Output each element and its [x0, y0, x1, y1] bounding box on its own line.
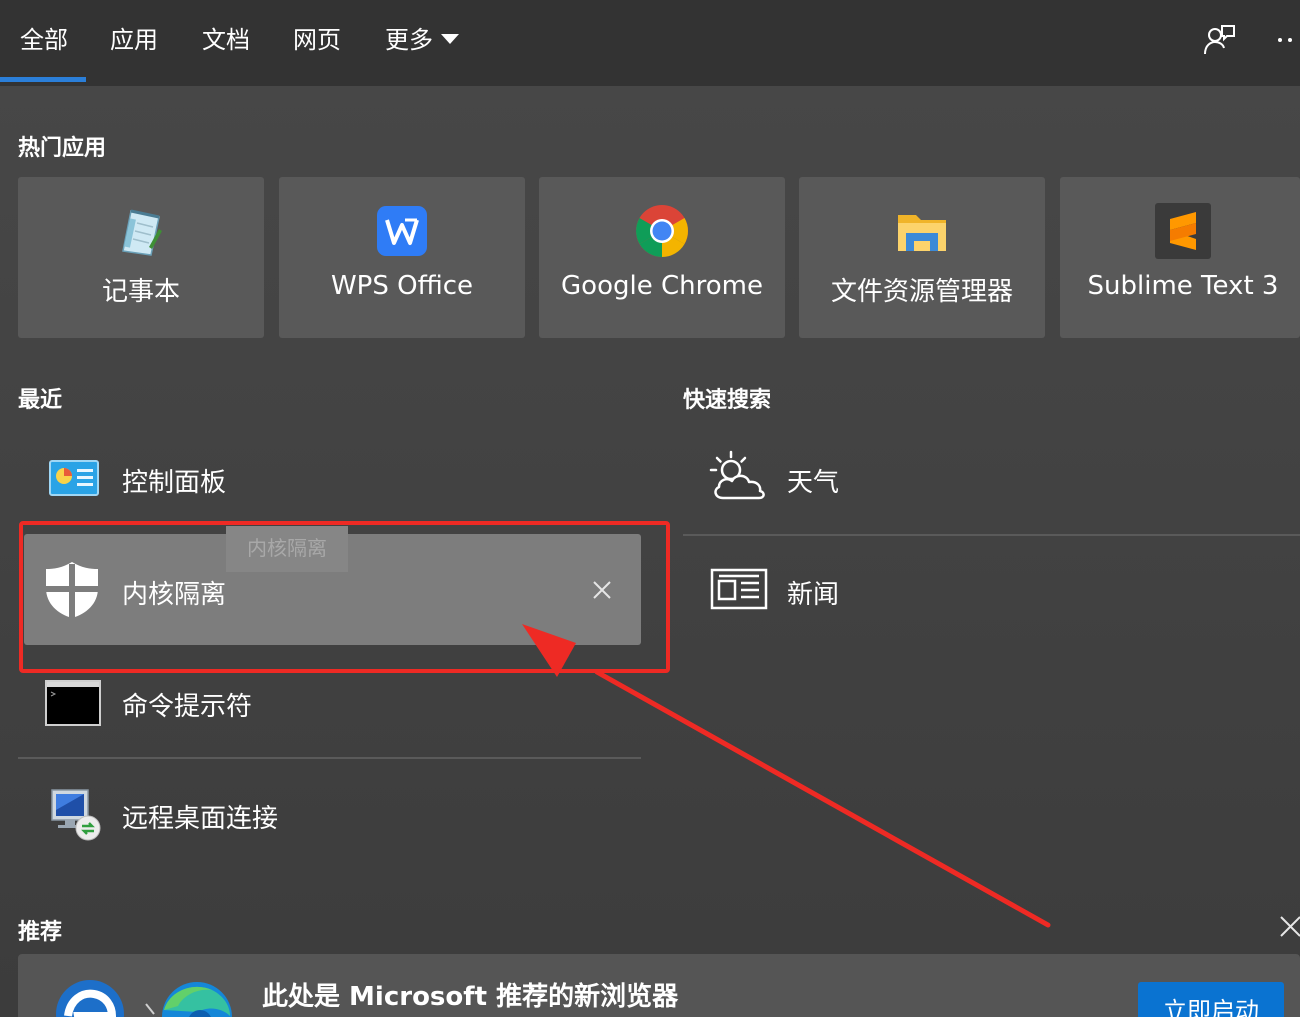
annotation-highlight-box — [19, 521, 670, 673]
tab-all[interactable]: 全部 — [20, 22, 68, 58]
recent-item-label: 控制面板 — [122, 468, 227, 498]
remote-desktop-icon — [48, 788, 102, 846]
more-ellipsis-icon[interactable] — [1276, 32, 1300, 46]
weather-icon — [709, 450, 769, 506]
control-panel-icon — [49, 460, 99, 502]
app-tile-label: 记事本 — [101, 277, 180, 307]
edge-chromium-icon — [160, 980, 234, 1017]
command-prompt-icon — [45, 680, 101, 730]
section-title-quick-search: 快速搜索 — [683, 388, 772, 413]
quick-search-label: 新闻 — [787, 580, 840, 610]
chevron-down-icon[interactable] — [441, 34, 459, 44]
launch-button[interactable]: 立即启动 — [1138, 982, 1284, 1017]
divider — [683, 534, 1300, 536]
tab-apps[interactable]: 应用 — [110, 22, 158, 58]
feedback-person-icon[interactable] — [1202, 24, 1236, 58]
app-tile-google-chrome[interactable]: Google Chrome — [539, 177, 785, 338]
recommendation-title: 此处是 Microsoft 推荐的新浏览器 — [262, 982, 679, 1012]
app-tile-wps-office[interactable]: WPS Office — [279, 177, 525, 338]
divider — [18, 757, 641, 759]
quick-search-weather[interactable]: 天气 — [683, 440, 1300, 520]
wps-office-icon — [374, 203, 430, 259]
app-tile-sublime-text[interactable]: Sublime Text 3 — [1060, 177, 1300, 338]
recent-item-label: 命令提示符 — [122, 692, 253, 722]
tab-more[interactable]: 更多 — [385, 22, 433, 58]
recent-item-control-panel[interactable]: 控制面板 — [24, 440, 641, 520]
section-title-recent: 最近 — [18, 388, 63, 413]
close-icon[interactable] — [1278, 914, 1300, 938]
section-title-popular-apps: 热门应用 — [18, 136, 107, 161]
notepad-icon — [113, 203, 169, 259]
edge-legacy-icon — [54, 978, 126, 1017]
chevron-right-icon — [142, 1000, 162, 1017]
app-tile-label: Google Chrome — [561, 271, 763, 301]
recent-item-command-prompt[interactable]: 命令提示符 — [24, 664, 641, 744]
tab-web[interactable]: 网页 — [293, 22, 341, 58]
app-tile-file-explorer[interactable]: 文件资源管理器 — [799, 177, 1045, 338]
quick-search-news[interactable]: 新闻 — [683, 552, 1300, 632]
sublime-text-icon — [1155, 203, 1211, 259]
quick-search-label: 天气 — [787, 468, 840, 498]
news-icon — [710, 568, 768, 614]
recent-item-label: 远程桌面连接 — [122, 804, 279, 834]
app-tile-label: WPS Office — [330, 271, 474, 301]
file-explorer-icon — [894, 203, 950, 259]
app-tile-label: Sublime Text 3 — [1087, 271, 1279, 301]
active-tab-indicator — [0, 77, 86, 82]
chrome-icon — [634, 203, 690, 259]
search-filter-bar: 全部 应用 文档 网页 更多 — [0, 0, 1300, 86]
tab-documents[interactable]: 文档 — [202, 22, 250, 58]
recent-item-remote-desktop[interactable]: 远程桌面连接 — [24, 776, 641, 856]
app-tile-label: 文件资源管理器 — [830, 277, 1013, 307]
section-title-recommended: 推荐 — [18, 920, 63, 945]
app-tile-notepad[interactable]: 记事本 — [18, 177, 264, 338]
